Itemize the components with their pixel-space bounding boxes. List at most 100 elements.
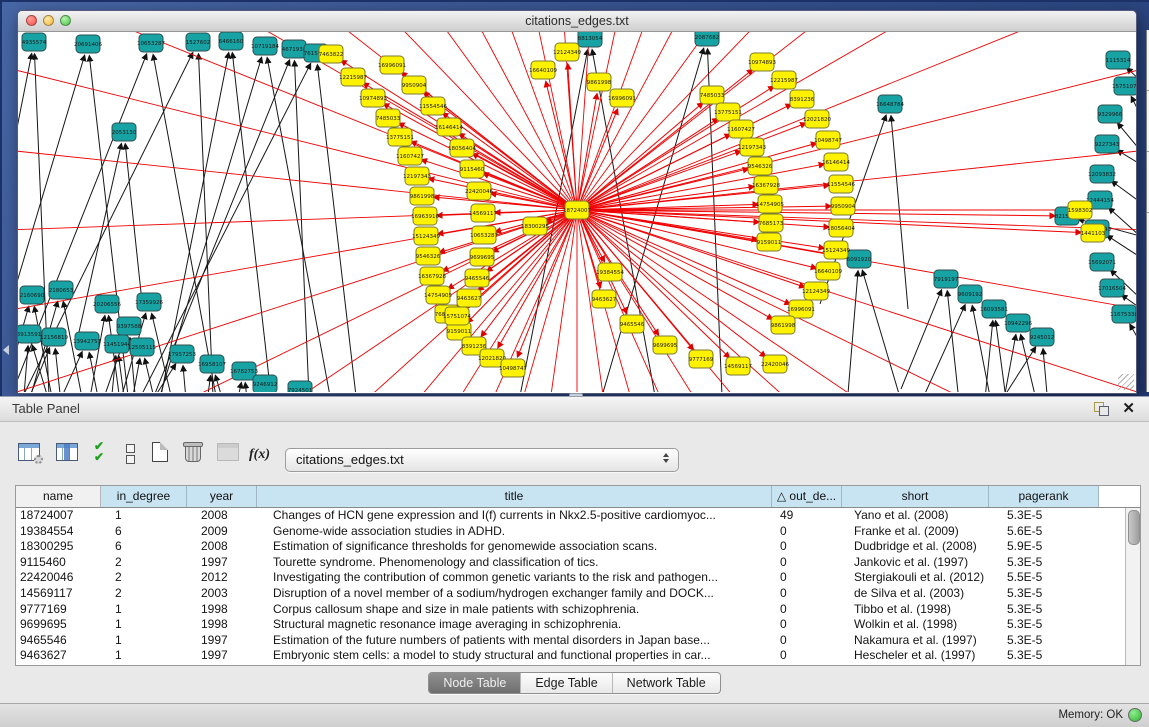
cell-year: 2008 [187,539,257,555]
graph-edge [232,53,271,392]
network-graph[interactable]: 4935574206914061065328715276026466160107… [18,32,1136,392]
select-all-icon[interactable]: ✔✔ [94,441,122,469]
table-row[interactable]: 911546021997Tourette syndrome. Phenomeno… [16,555,1140,571]
graph-edge [18,346,28,392]
graph-node-label: 9699695 [470,255,495,261]
cell-name: 9115460 [16,555,101,571]
cell-name: 9465546 [16,633,101,649]
graph-node-label: 16367928 [752,183,780,189]
cell-short: Tibbo et al. (1998) [842,602,989,618]
row-height-icon[interactable] [126,442,154,470]
table-row[interactable]: 1938455462009Genome-wide association stu… [16,524,1140,540]
column-header-short[interactable]: short [842,486,989,507]
tab-node-table[interactable]: Node Table [429,673,520,693]
table-row[interactable]: 969969511998Structural magnetic resonanc… [16,617,1140,633]
table-scrollbar[interactable] [1125,508,1140,665]
table-row[interactable]: 946362711997Embryonic stem cells: a mode… [16,648,1140,664]
column-header-title[interactable]: title [257,486,772,507]
cell-pagerank: 5.3E-5 [989,602,1099,618]
memory-status-label: Memory: OK [1058,709,1123,721]
graph-node-label: 18724007 [563,208,591,214]
delete-table-icon[interactable] [217,443,245,471]
cell-in_degree: 2 [101,586,187,602]
graph-node-label: 11675338 [1110,312,1136,318]
minimize-button[interactable] [43,15,54,26]
cell-short: Wolkin et al. (1998) [842,617,989,633]
column-header-in_degree[interactable]: in_degree [101,486,187,507]
column-header-name[interactable]: name [16,486,101,507]
network-view[interactable]: 4935574206914061065328715276026466160107… [18,32,1136,392]
float-window-icon[interactable] [1094,402,1109,416]
cell-title: Estimation of the future numbers of pati… [257,633,772,649]
cell-pagerank: 5.6E-5 [989,524,1099,540]
tab-edge-table[interactable]: Edge Table [520,673,611,693]
table-row[interactable]: 1830029562008Estimation of significance … [16,539,1140,555]
new-table-icon[interactable] [152,442,180,470]
graph-node-label: 13775151 [386,135,414,141]
cell-in_degree: 1 [101,508,187,524]
graph-node-label: 12021820 [803,117,831,123]
cell-short: Yano et al. (2008) [842,508,989,524]
graph-edge [577,206,831,210]
graph-edge [1118,123,1136,150]
cell-name: 14569117 [16,586,101,602]
graph-edge [1112,181,1136,202]
graph-edge [862,271,899,392]
cell-out_de: 0 [772,555,842,571]
zoom-button[interactable] [60,15,71,26]
graph-node-label: 10974893 [359,96,387,102]
cell-pagerank: 5.3E-5 [989,555,1099,571]
graph-node-label: 18056404 [827,226,855,232]
window-title-bar[interactable]: citations_edges.txt [18,11,1136,32]
table-settings-icon[interactable] [18,443,46,471]
graph-edge [267,58,330,392]
graph-node-label: 16996091 [378,63,406,69]
graph-node-label: 9465546 [465,276,490,282]
table-row[interactable]: 1872400712008Changes of HCN gene express… [16,508,1140,524]
cell-title: Disruption of a novel member of a sodium… [257,586,772,602]
collapse-panel-arrow-icon[interactable] [3,345,9,355]
function-builder-icon[interactable]: f(x) [249,447,277,475]
graph-node-label: 10942296 [1004,321,1032,327]
graph-node-label: 2160690 [20,293,45,299]
graph-node-label: 12505115 [128,345,156,351]
graph-node-label: 16996091 [787,307,815,313]
column-header-out_de[interactable]: △ out_de... [772,486,842,507]
table-row[interactable]: 2242004622012Investigating the contribut… [16,570,1140,586]
status-bar: Memory: OK [0,703,1149,727]
show-columns-icon[interactable] [56,443,84,471]
delete-columns-icon[interactable] [185,442,213,470]
cell-pagerank: 5.3E-5 [989,648,1099,664]
close-button[interactable] [26,15,37,26]
table-row[interactable]: 977716911998Corpus callosum shape and si… [16,602,1140,618]
graph-node-label: 17957253 [168,352,196,358]
tab-network-table[interactable]: Network Table [612,673,720,693]
table-selector-dropdown[interactable]: citations_edges.txt [285,448,679,472]
column-header-pagerank[interactable]: pagerank [989,486,1099,507]
cell-short: Jankovic et al. (1997) [842,555,989,571]
graph-node-label: 9950904 [402,83,427,89]
graph-edge [1043,349,1060,392]
graph-edge [1109,208,1136,236]
graph-node-label: 1598302 [1068,208,1093,214]
table-row[interactable]: 946554611997Estimation of the future num… [16,633,1140,649]
node-table: namein_degreeyeartitle△ out_de...shortpa… [15,485,1141,666]
graph-edge [577,210,1136,392]
network-window[interactable]: citations_edges.txt 4935574206 [17,10,1137,394]
graph-node-label: 15751074 [1112,84,1136,90]
graph-node-label: 12215987 [770,78,798,84]
window-resize-grip[interactable] [1118,374,1134,390]
table-row[interactable]: 1456911722003Disruption of a novel membe… [16,586,1140,602]
memory-status-dot[interactable] [1128,708,1142,722]
close-panel-icon[interactable]: ✕ [1122,399,1135,417]
graph-node-label: 16640109 [529,68,557,74]
cell-in_degree: 6 [101,539,187,555]
graph-node-label: 9397588 [117,324,142,330]
scrollbar-thumb[interactable] [1128,510,1140,545]
column-header-year[interactable]: year [187,486,257,507]
cell-out_de: 0 [772,602,842,618]
graph-node-label: 10719184 [251,44,279,50]
graph-node-label: 11554546 [827,182,855,188]
cell-in_degree: 1 [101,648,187,664]
graph-edge [438,210,577,234]
